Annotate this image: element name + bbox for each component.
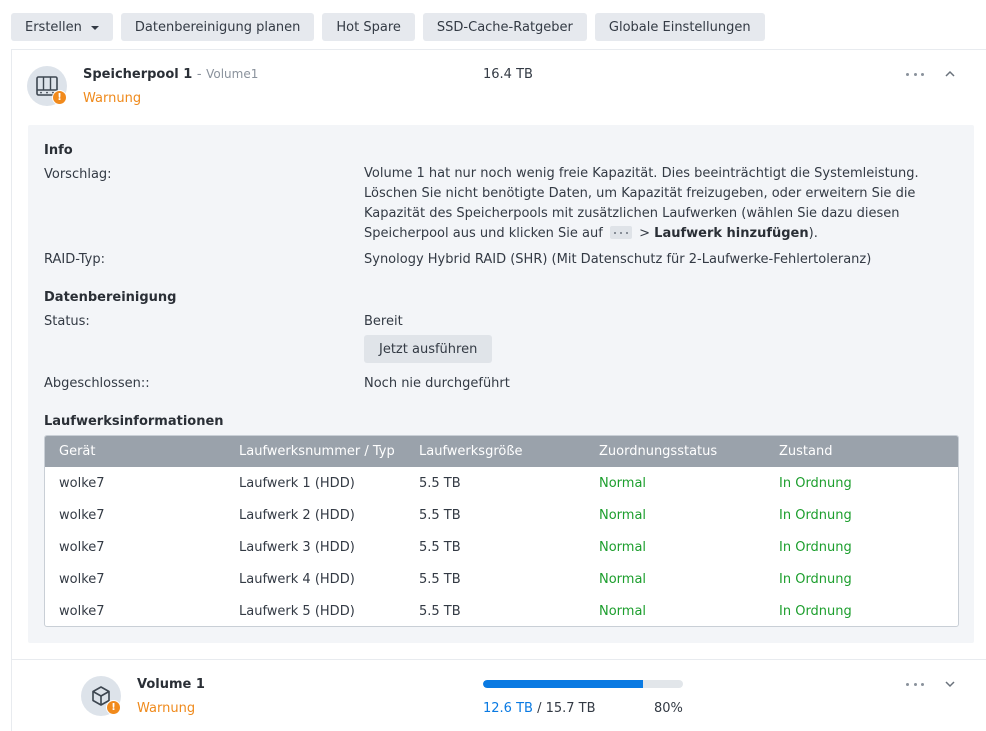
device-cell: wolke7 bbox=[59, 572, 105, 587]
allocation-status-cell: Normal bbox=[599, 508, 647, 523]
scrubbing-section-title: Datenbereinigung bbox=[44, 290, 177, 305]
drive-cell: Laufwerk 4 (HDD) bbox=[239, 572, 355, 587]
warning-icon: ! bbox=[106, 700, 121, 715]
warning-icon: ! bbox=[52, 90, 67, 105]
volume-usage-separator: / bbox=[537, 701, 542, 716]
caret-down-icon bbox=[90, 26, 99, 30]
schedule-scrubbing-button[interactable]: Datenbereinigung planen bbox=[120, 13, 315, 41]
allocation-status-cell: Normal bbox=[599, 604, 647, 619]
volume-card: ! Volume 1 Warnung 12.6 TB / 15.7 TB 80% bbox=[11, 659, 986, 731]
column-header-device[interactable]: Gerät bbox=[59, 444, 95, 459]
table-row[interactable]: wolke7 Laufwerk 2 (HDD) 5.5 TB Normal In… bbox=[45, 500, 958, 532]
drive-cell: Laufwerk 3 (HDD) bbox=[239, 540, 355, 555]
chevron-up-icon[interactable] bbox=[943, 67, 957, 81]
raid-type-label: RAID-Typ: bbox=[44, 252, 105, 267]
table-row[interactable]: wolke7 Laufwerk 1 (HDD) 5.5 TB Normal In… bbox=[45, 468, 958, 500]
pool-title-separator: - bbox=[196, 67, 202, 82]
drive-cell: Laufwerk 1 (HDD) bbox=[239, 476, 355, 491]
create-button-label: Erstellen bbox=[25, 19, 82, 35]
volume-usage-text: 12.6 TB / 15.7 TB bbox=[483, 701, 596, 716]
toolbar: Erstellen Datenbereinigung planen Hot Sp… bbox=[11, 13, 765, 41]
size-cell: 5.5 TB bbox=[419, 604, 461, 619]
scrubbing-status-value: Bereit bbox=[364, 314, 403, 329]
more-icon bbox=[609, 226, 632, 239]
allocation-status-cell: Normal bbox=[599, 476, 647, 491]
completed-value: Noch nie durchgeführt bbox=[364, 376, 510, 391]
table-row[interactable]: wolke7 Laufwerk 5 (HDD) 5.5 TB Normal In… bbox=[45, 596, 958, 626]
allocation-status-cell: Normal bbox=[599, 572, 647, 587]
drive-cell: Laufwerk 5 (HDD) bbox=[239, 604, 355, 619]
pool-title: Speicherpool 1 - Volume1 bbox=[83, 67, 258, 82]
volume-total: 15.7 TB bbox=[545, 701, 596, 716]
table-row[interactable]: wolke7 Laufwerk 4 (HDD) 5.5 TB Normal In… bbox=[45, 564, 958, 596]
device-cell: wolke7 bbox=[59, 476, 105, 491]
device-cell: wolke7 bbox=[59, 540, 105, 555]
pool-volume-ref: Volume1 bbox=[206, 67, 259, 81]
pool-name: Speicherpool 1 bbox=[83, 67, 193, 82]
volume-title: Volume 1 bbox=[137, 677, 205, 692]
volume-used: 12.6 TB bbox=[483, 701, 533, 716]
health-status-cell: In Ordnung bbox=[779, 572, 852, 587]
volume-status: Warnung bbox=[137, 701, 196, 716]
hot-spare-button[interactable]: Hot Spare bbox=[322, 13, 415, 41]
raid-type-value: Synology Hybrid RAID (SHR) (Mit Datensch… bbox=[364, 252, 872, 267]
size-cell: 5.5 TB bbox=[419, 476, 461, 491]
size-cell: 5.5 TB bbox=[419, 508, 461, 523]
chevron-down-icon[interactable] bbox=[943, 677, 957, 691]
allocation-status-cell: Normal bbox=[599, 540, 647, 555]
drive-cell: Laufwerk 2 (HDD) bbox=[239, 508, 355, 523]
column-header-health[interactable]: Zustand bbox=[779, 444, 832, 459]
run-now-button[interactable]: Jetzt ausführen bbox=[364, 335, 493, 363]
health-status-cell: In Ordnung bbox=[779, 540, 852, 555]
create-button[interactable]: Erstellen bbox=[11, 13, 113, 41]
storage-pool-card: ! Speicherpool 1 - Volume1 Warnung 16.4 … bbox=[11, 49, 986, 660]
device-cell: wolke7 bbox=[59, 508, 105, 523]
more-icon[interactable] bbox=[906, 679, 924, 689]
suggestion-end: ). bbox=[808, 226, 818, 241]
size-cell: 5.5 TB bbox=[419, 572, 461, 587]
drive-info-section-title: Laufwerksinformationen bbox=[44, 414, 224, 429]
suggestion-arrow: > bbox=[639, 226, 651, 241]
health-status-cell: In Ordnung bbox=[779, 476, 852, 491]
global-settings-button[interactable]: Globale Einstellungen bbox=[594, 13, 765, 41]
more-icon[interactable] bbox=[906, 69, 924, 79]
table-header: Gerät Laufwerksnummer / Typ Laufwerksgrö… bbox=[45, 436, 958, 467]
volume-usage-bar bbox=[483, 680, 683, 688]
volume-usage-fill bbox=[483, 680, 643, 688]
column-header-drive[interactable]: Laufwerksnummer / Typ bbox=[239, 444, 395, 459]
device-cell: wolke7 bbox=[59, 604, 105, 619]
column-header-allocation[interactable]: Zuordnungsstatus bbox=[599, 444, 717, 459]
scrubbing-status-label: Status: bbox=[44, 314, 90, 329]
size-cell: 5.5 TB bbox=[419, 540, 461, 555]
pool-details-panel: Info Vorschlag: Volume 1 hat nur noch we… bbox=[28, 125, 974, 643]
column-header-size[interactable]: Laufwerksgröße bbox=[419, 444, 523, 459]
table-row[interactable]: wolke7 Laufwerk 3 (HDD) 5.5 TB Normal In… bbox=[45, 532, 958, 564]
ssd-cache-advisor-button[interactable]: SSD-Cache-Ratgeber bbox=[422, 13, 587, 41]
add-drive-action-text: Laufwerk hinzufügen bbox=[654, 226, 809, 241]
volume-usage-percent: 80% bbox=[654, 701, 683, 716]
pool-status: Warnung bbox=[83, 91, 142, 106]
suggestion-label: Vorschlag: bbox=[44, 167, 112, 182]
info-section-title: Info bbox=[44, 143, 73, 158]
drive-table: Gerät Laufwerksnummer / Typ Laufwerksgrö… bbox=[44, 435, 959, 627]
pool-capacity: 16.4 TB bbox=[483, 67, 533, 82]
completed-label: Abgeschlossen:: bbox=[44, 376, 150, 391]
health-status-cell: In Ordnung bbox=[779, 604, 852, 619]
health-status-cell: In Ordnung bbox=[779, 508, 852, 523]
suggestion-text: Volume 1 hat nur noch wenig freie Kapazi… bbox=[364, 164, 944, 244]
